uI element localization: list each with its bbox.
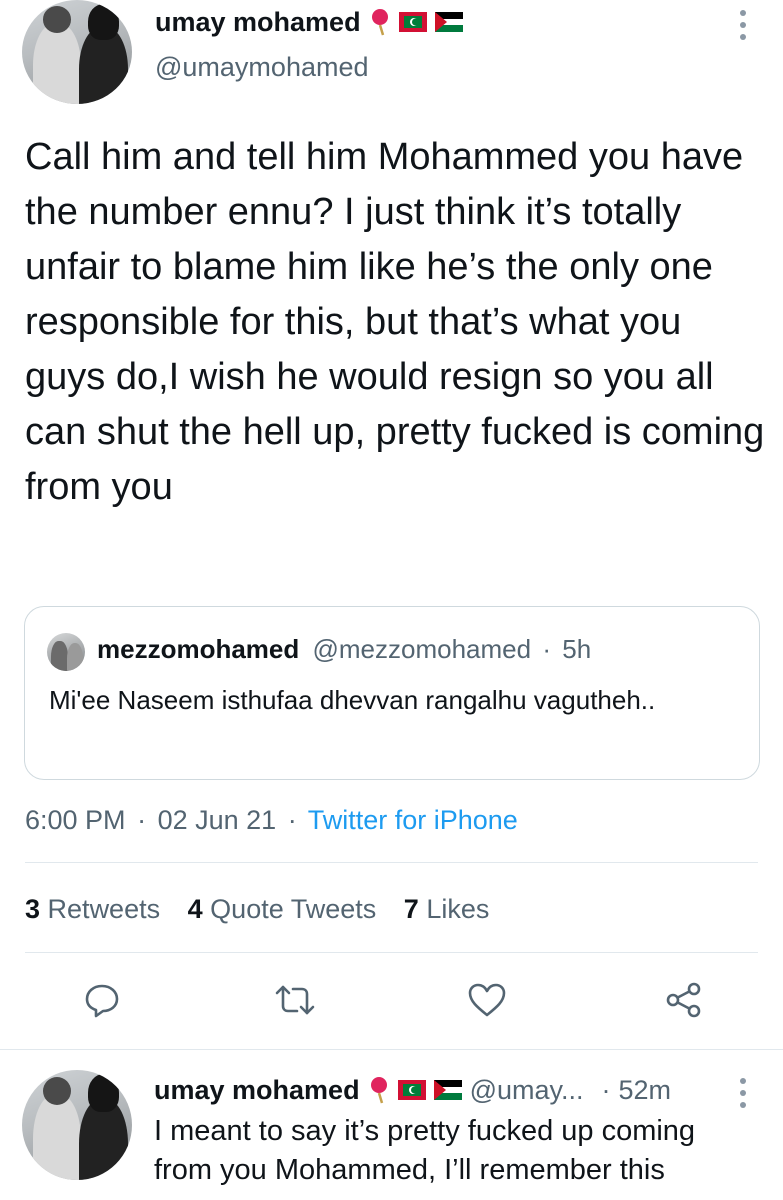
avatar-figure-head	[88, 1074, 119, 1112]
retweets-count: 3	[25, 894, 41, 924]
pin-icon	[369, 7, 391, 37]
like-icon[interactable]	[467, 982, 507, 1018]
avatar-figure-head	[88, 4, 119, 40]
reply-age: 52m	[618, 1074, 672, 1105]
avatar-figure	[50, 641, 68, 671]
more-options-icon[interactable]	[736, 1076, 750, 1110]
author-name[interactable]: umay mohamed	[155, 7, 361, 38]
likes-label: Likes	[426, 894, 490, 924]
quoted-age: 5h	[562, 634, 592, 664]
tweet-source-link[interactable]: Twitter for iPhone	[308, 805, 518, 835]
reply-icon[interactable]	[82, 980, 122, 1020]
more-options-icon[interactable]	[736, 8, 750, 42]
likes-stat[interactable]: 7 Likes	[404, 894, 490, 924]
quoted-handle[interactable]: @mezzomohamed	[313, 634, 532, 664]
reply-avatar[interactable]	[22, 1070, 132, 1180]
share-icon[interactable]	[664, 980, 704, 1020]
tweet-date[interactable]: 02 Jun 21	[158, 805, 277, 835]
divider	[25, 862, 758, 863]
tweet-meta: 6:00 PM · 02 Jun 21 · Twitter for iPhone	[25, 805, 518, 836]
separator-dot: ·	[542, 634, 551, 664]
separator-dot: ·	[287, 805, 297, 835]
tweet-header: umay mohamed @umaymohamed	[155, 4, 715, 83]
reply-handle[interactable]: @umay...	[470, 1075, 584, 1106]
divider	[25, 952, 758, 953]
tweet-time[interactable]: 6:00 PM	[25, 805, 126, 835]
likes-count: 7	[403, 894, 419, 924]
quote-tweets-count: 4	[187, 894, 203, 924]
avatar-figure	[33, 1094, 82, 1180]
quoted-header: mezzomohamed @mezzomohamed · 5h	[97, 634, 591, 665]
maldives-flag-icon	[397, 1080, 426, 1100]
separator-dot: ·	[137, 805, 147, 835]
quoted-text: Mi'ee Naseem isthufaa dhevvan rangalhu v…	[49, 685, 656, 715]
quoted-avatar[interactable]	[47, 633, 85, 671]
reply-text: I meant to say it’s pretty fucked up com…	[154, 1115, 696, 1186]
tweet-text: Call him and tell him Mohammed you have …	[25, 136, 765, 508]
tweet-stats: 3 Retweets 4 Quote Tweets 7 Likes	[25, 894, 489, 925]
maldives-flag-icon	[398, 12, 427, 32]
quoted-name[interactable]: mezzomohamed	[97, 634, 299, 664]
retweets-label: Retweets	[47, 894, 161, 924]
author-avatar[interactable]	[22, 0, 132, 104]
author-handle[interactable]: @umaymohamed	[155, 52, 715, 83]
separator-dot: ·	[601, 1074, 611, 1105]
retweets-stat[interactable]: 3 Retweets	[25, 894, 168, 924]
pin-icon	[368, 1075, 390, 1105]
palestine-flag-icon	[434, 12, 463, 32]
quoted-tweet[interactable]: mezzomohamed @mezzomohamed · 5h Mi'ee Na…	[24, 606, 760, 780]
retweet-icon[interactable]	[273, 982, 317, 1018]
divider	[0, 1049, 783, 1050]
reply-header: umay mohamed @umay... · 52m	[154, 1072, 744, 1108]
quote-tweets-label: Quote Tweets	[210, 894, 377, 924]
palestine-flag-icon	[433, 1080, 462, 1100]
quote-tweets-stat[interactable]: 4 Quote Tweets	[188, 894, 384, 924]
avatar-figure	[33, 22, 82, 104]
reply-author-name[interactable]: umay mohamed	[154, 1075, 360, 1106]
avatar-figure	[66, 642, 84, 671]
